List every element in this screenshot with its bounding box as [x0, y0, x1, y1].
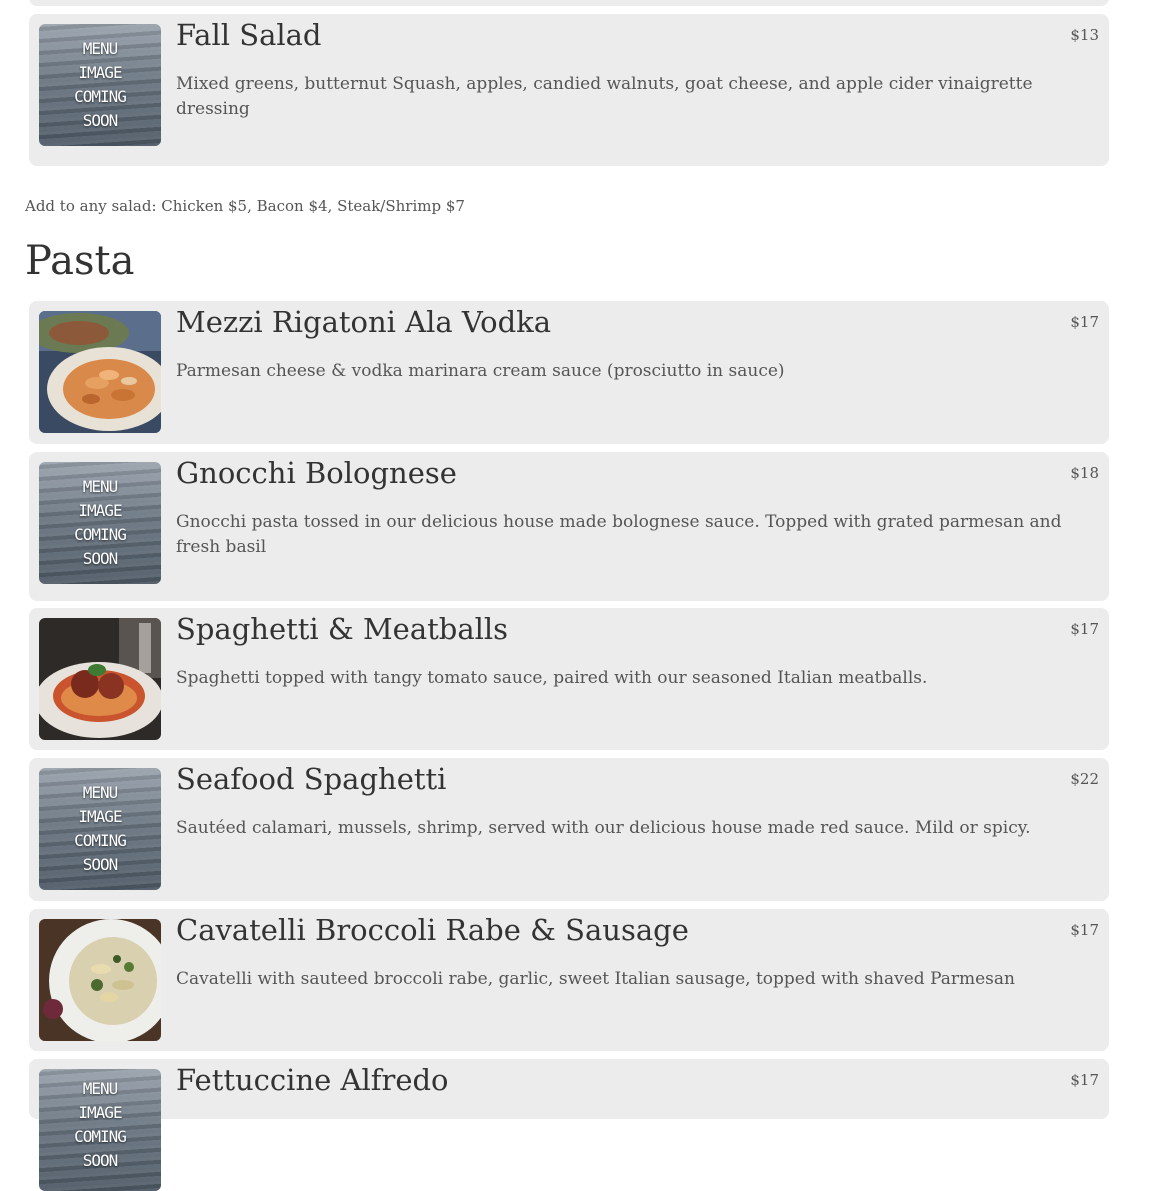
menu-item-fettuccine-alfredo[interactable]: MENU IMAGE COMING SOON Fettuccine Alfred… [29, 1059, 1109, 1191]
menu-item-fall-salad[interactable]: MENU IMAGE COMING SOON Fall Salad $13 Mi… [29, 14, 1109, 166]
section-title-pasta: Pasta [25, 238, 135, 284]
menu-item-name: Seafood Spaghetti [176, 762, 447, 796]
menu-item-description: Sautéed calamari, mussels, shrimp, serve… [176, 818, 1031, 838]
menu-item-description: Spaghetti topped with tangy tomato sauce… [176, 668, 928, 688]
previous-menu-card [29, 0, 1109, 6]
menu-item-description: Parmesan cheese & vodka marinara cream s… [176, 361, 785, 381]
menu-item-name: Cavatelli Broccoli Rabe & Sausage [176, 913, 689, 947]
spaghetti-photo [39, 618, 161, 740]
menu-item-spaghetti-meatballs[interactable]: Spaghetti & Meatballs $17 Spaghetti topp… [29, 608, 1109, 750]
menu-item-description: Gnocchi pasta tossed in our delicious ho… [176, 512, 1062, 557]
menu-item-name: Spaghetti & Meatballs [176, 612, 509, 646]
menu-item-name: Fettuccine Alfredo [176, 1063, 449, 1097]
menu-item-name: Mezzi Rigatoni Ala Vodka [176, 305, 552, 339]
menu-item-price: $17 [1070, 921, 1099, 939]
placeholder-label: MENU IMAGE COMING SOON [74, 477, 127, 568]
menu-image-placeholder: MENU IMAGE COMING SOON [39, 1069, 161, 1191]
menu-item-mezzi-rigatoni[interactable]: Mezzi Rigatoni Ala Vodka $17 Parmesan ch… [29, 301, 1109, 444]
menu-item-price: $17 [1070, 313, 1099, 331]
menu-item-cavatelli[interactable]: Cavatelli Broccoli Rabe & Sausage $17 Ca… [29, 909, 1109, 1051]
menu-item-price: $22 [1070, 770, 1099, 788]
placeholder-label: MENU IMAGE COMING SOON [74, 1079, 127, 1170]
salad-addons-note: Add to any salad: Chicken $5, Bacon $4, … [25, 197, 465, 215]
menu-image-placeholder: MENU IMAGE COMING SOON [39, 24, 161, 146]
menu-item-price: $17 [1070, 1071, 1099, 1089]
menu-item-description: Mixed greens, butternut Squash, apples, … [176, 74, 1033, 119]
menu-item-name: Gnocchi Bolognese [176, 456, 457, 490]
menu-item-description: Cavatelli with sauteed broccoli rabe, ga… [176, 969, 1015, 989]
placeholder-label: MENU IMAGE COMING SOON [74, 39, 127, 130]
cavatelli-photo [39, 919, 161, 1041]
menu-item-seafood-spaghetti[interactable]: MENU IMAGE COMING SOON Seafood Spaghetti… [29, 758, 1109, 901]
menu-item-name: Fall Salad [176, 18, 322, 52]
menu-item-price: $17 [1070, 620, 1099, 638]
menu-image-placeholder: MENU IMAGE COMING SOON [39, 462, 161, 584]
menu-item-price: $18 [1070, 464, 1099, 482]
menu-image-placeholder: MENU IMAGE COMING SOON [39, 768, 161, 890]
menu-item-gnocchi-bolognese[interactable]: MENU IMAGE COMING SOON Gnocchi Bolognese… [29, 452, 1109, 601]
rigatoni-photo [39, 311, 161, 433]
menu-item-price: $13 [1070, 26, 1099, 44]
placeholder-label: MENU IMAGE COMING SOON [74, 783, 127, 874]
